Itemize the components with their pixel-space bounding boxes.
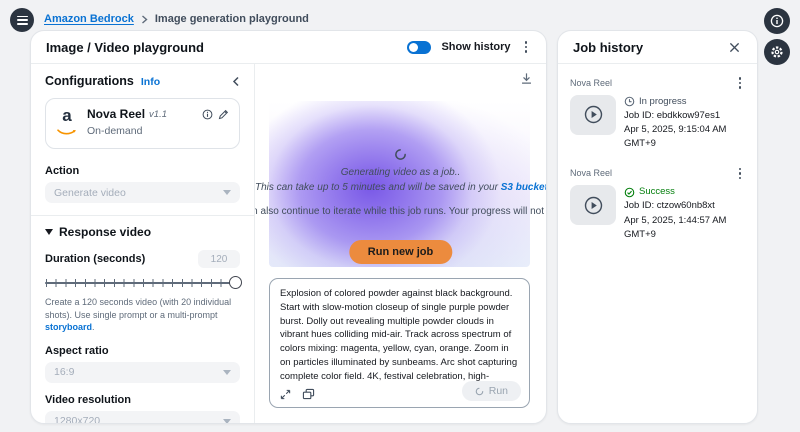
info-icon [770, 14, 784, 28]
image-video-playground-panel: Image / Video playground Show history Co… [30, 30, 547, 424]
playground-kebab-menu[interactable] [521, 38, 532, 56]
bedrock-playground-page: Amazon Bedrock Image generation playgrou… [0, 0, 800, 432]
s3-bucket-link[interactable]: S3 bucket [501, 182, 546, 193]
gear-icon [770, 45, 784, 59]
collapse-config-button[interactable] [232, 76, 240, 87]
job-history-item: Nova Reel Success Job ID: ctzow60nb8xt A… [570, 165, 745, 243]
job-kebab-menu[interactable] [735, 74, 746, 92]
job-video-thumbnail[interactable] [570, 185, 616, 225]
settings-panel-button[interactable] [764, 39, 790, 65]
model-version: v1.1 [149, 109, 167, 120]
job-model-name: Nova Reel [570, 78, 612, 88]
run-new-job-button[interactable]: Run new job [349, 240, 452, 264]
job-video-thumbnail[interactable] [570, 95, 616, 135]
copy-icon [302, 388, 315, 400]
job-status: Success [639, 185, 675, 199]
success-icon [624, 187, 635, 198]
download-button[interactable] [520, 72, 533, 90]
play-icon [584, 105, 603, 124]
playground-title: Image / Video playground [46, 40, 204, 55]
iterate-note-text: You can also continue to iterate while t… [255, 204, 546, 220]
caret-down-icon [223, 370, 231, 375]
aspect-ratio-value: 16:9 [54, 366, 74, 378]
download-icon [520, 72, 533, 85]
configurations-panel: Configurations Info a Nova Reel v1.1 [31, 64, 255, 423]
aspect-ratio-label: Aspect ratio [45, 345, 240, 357]
breadcrumb-amazon-bedrock-link[interactable]: Amazon Bedrock [44, 13, 134, 25]
response-video-section-toggle[interactable]: Response video [45, 225, 240, 239]
slider-track [45, 282, 238, 284]
video-resolution-select[interactable]: 1280x720 [45, 411, 240, 423]
breadcrumb: Amazon Bedrock Image generation playgrou… [44, 13, 309, 25]
close-icon [729, 42, 740, 53]
duration-slider[interactable] [45, 276, 240, 290]
prompt-textarea[interactable]: Explosion of colored powder against blac… [280, 287, 519, 381]
response-video-title: Response video [59, 225, 151, 239]
run-loading-icon [475, 387, 484, 396]
job-kebab-menu[interactable] [735, 165, 746, 183]
job-status: In progress [639, 95, 687, 109]
play-icon [584, 196, 603, 215]
duration-help-text: Create a 120 seconds video (with 20 indi… [45, 296, 240, 334]
show-history-toggle[interactable] [407, 41, 431, 54]
job-history-list: Nova Reel In progress Job ID: ebdkkow97e… [558, 64, 757, 265]
storyboard-link[interactable]: storyboard [45, 322, 92, 332]
prompt-box: Explosion of colored powder against blac… [269, 278, 530, 408]
hamburger-menu-button[interactable] [10, 8, 34, 32]
hamburger-icon [17, 16, 28, 25]
duration-input[interactable]: 120 [198, 250, 240, 268]
edit-model-pencil-icon[interactable] [218, 109, 229, 120]
video-resolution-value: 1280x720 [54, 415, 100, 423]
duration-help-before: Create a 120 seconds video (with 20 indi… [45, 297, 231, 320]
action-select-value: Generate video [54, 187, 126, 199]
job-model-name: Nova Reel [570, 168, 612, 178]
triangle-down-icon [45, 229, 53, 235]
breadcrumb-current: Image generation playground [155, 13, 309, 25]
caret-down-icon [223, 190, 231, 195]
action-label: Action [45, 165, 240, 177]
amazon-logo-icon: a [56, 107, 78, 140]
save-status-text: This can take up to 5 minutes and will b… [255, 182, 546, 194]
job-timestamp: Apr 5, 2025, 9:15:04 AM GMT+9 [624, 123, 745, 152]
generation-area: Generating video as a job.. This can tak… [255, 64, 546, 423]
model-throughput: On-demand [87, 125, 142, 137]
save-status-before: This can take up to 5 minutes and will b… [255, 182, 501, 193]
show-history-label: Show history [441, 41, 510, 53]
run-button[interactable]: Run [462, 381, 521, 401]
page-side-buttons [764, 8, 790, 65]
job-id: Job ID: ebdkkow97es1 [624, 109, 745, 123]
job-history-panel: Job history Nova Reel [557, 30, 758, 424]
configurations-title: Configurations [45, 74, 134, 88]
copy-prompt-button[interactable] [302, 388, 315, 400]
configurations-info-link[interactable]: Info [141, 76, 160, 88]
duration-label: Duration (seconds) [45, 253, 145, 265]
info-panel-button[interactable] [764, 8, 790, 34]
expand-icon [280, 389, 291, 400]
generating-status-text: Generating video as a job.. [255, 167, 546, 178]
generating-spinner [255, 148, 546, 166]
job-history-header: Job history [558, 31, 757, 64]
video-resolution-label: Video resolution [45, 394, 240, 406]
in-progress-icon [624, 96, 635, 107]
action-select[interactable]: Generate video [45, 182, 240, 203]
close-job-history-button[interactable] [727, 40, 742, 55]
job-timestamp: Apr 5, 2025, 1:44:57 AM GMT+9 [624, 214, 745, 243]
expand-prompt-button[interactable] [280, 389, 291, 400]
slider-thumb[interactable] [229, 276, 242, 289]
job-id: Job ID: ctzow60nb8xt [624, 199, 745, 213]
duration-help-after: . [92, 322, 95, 332]
job-history-title: Job history [573, 40, 643, 55]
model-selector-card[interactable]: a Nova Reel v1.1 On-demand [45, 98, 240, 149]
job-history-item: Nova Reel In progress Job ID: ebdkkow97e… [570, 74, 745, 152]
playground-header: Image / Video playground Show history [31, 31, 546, 64]
run-button-label: Run [489, 385, 508, 397]
caret-down-icon [223, 419, 231, 423]
model-info-icon[interactable] [202, 109, 213, 120]
chevron-right-icon [141, 15, 148, 24]
model-name: Nova Reel [87, 107, 145, 121]
aspect-ratio-select[interactable]: 16:9 [45, 362, 240, 383]
chevron-left-icon [232, 76, 240, 87]
